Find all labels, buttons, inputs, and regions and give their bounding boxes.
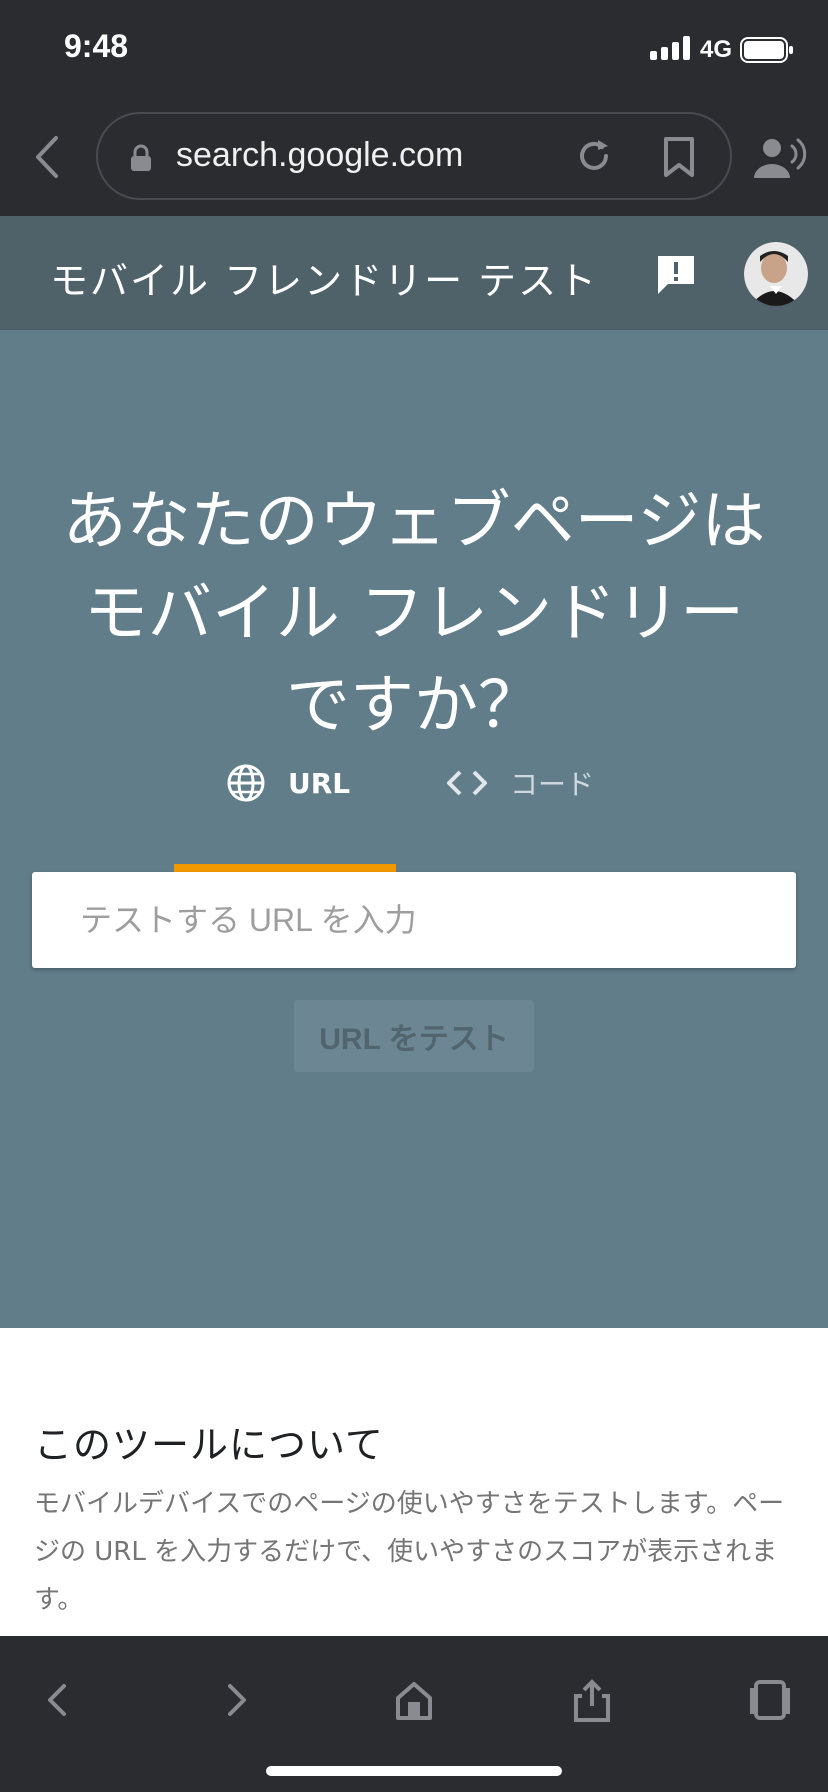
tabs-icon[interactable] <box>748 1678 792 1722</box>
feedback-icon[interactable] <box>654 252 698 296</box>
avatar-photo <box>744 242 808 306</box>
about-title: このツールについて <box>34 1423 384 1467</box>
reload-icon[interactable] <box>574 136 614 176</box>
browser-url-bar: search.google.com <box>0 100 828 216</box>
hero-title-line: ですか？ <box>286 669 542 743</box>
avatar[interactable] <box>744 242 808 306</box>
tab-code-label: コード <box>510 768 595 801</box>
code-icon <box>447 770 487 796</box>
back-chevron-icon[interactable] <box>30 132 66 182</box>
back-icon[interactable] <box>36 1678 80 1722</box>
about-body: モバイルデバイスでのページの使いやすさをテストします。ページの URL を入力す… <box>34 1489 785 1615</box>
tab-url[interactable]: URL <box>226 760 350 806</box>
signal-icon <box>650 36 690 60</box>
input-mode-tabs: URL コード <box>0 760 828 804</box>
test-url-button[interactable]: URL をテスト <box>294 1000 534 1072</box>
tab-url-label: URL <box>288 766 351 800</box>
hero-title-line: あなたのウェブページは <box>62 485 766 559</box>
forward-icon[interactable] <box>214 1678 258 1722</box>
status-bar: 9:48 4G <box>0 0 828 100</box>
app-header: モバイル フレンドリー テスト <box>0 216 828 330</box>
hero-section: あなたのウェブページは モバイル フレンドリー ですか？ URL コード URL… <box>0 330 828 1328</box>
share-icon[interactable] <box>570 1678 614 1722</box>
network-label: 4G <box>699 36 732 63</box>
battery-icon <box>740 37 793 63</box>
hero-title: あなたのウェブページは モバイル フレンドリー ですか？ <box>30 476 798 752</box>
status-time: 9:48 <box>64 28 129 64</box>
app-title: モバイル フレンドリー テスト <box>50 259 599 303</box>
url-input[interactable] <box>32 872 796 968</box>
active-tab-indicator <box>174 864 396 872</box>
lock-icon <box>131 144 151 171</box>
home-icon[interactable] <box>392 1678 436 1722</box>
tab-code[interactable]: コード <box>446 760 594 806</box>
globe-icon <box>227 764 265 802</box>
bookmark-icon[interactable] <box>662 136 696 178</box>
about-section: このツールについて モバイルデバイスでのページの使いやすさをテストします。ページ… <box>0 1328 828 1636</box>
hero-title-line: モバイル フレンドリー <box>83 577 745 651</box>
url-text[interactable]: search.google.com <box>176 136 463 175</box>
home-indicator <box>266 1766 562 1776</box>
speaker-icon[interactable] <box>752 136 808 180</box>
